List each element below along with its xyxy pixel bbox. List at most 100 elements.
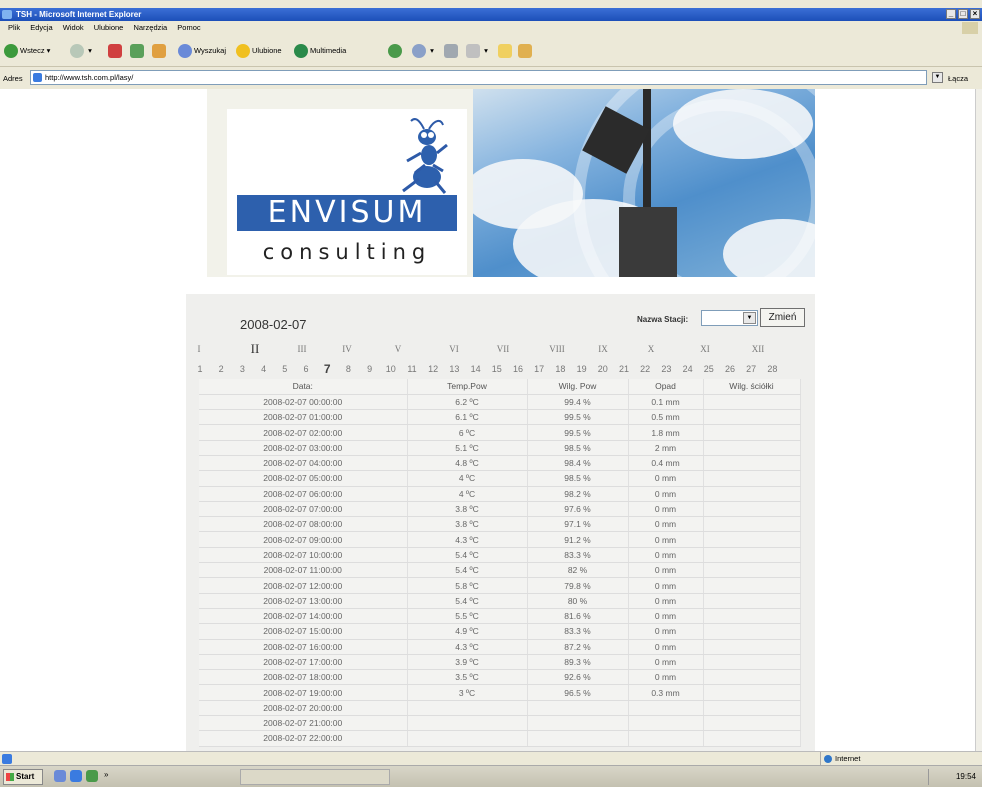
table-cell: 99.5 %: [527, 424, 629, 441]
month-link[interactable]: IX: [598, 344, 608, 354]
day-link[interactable]: 8: [346, 364, 351, 374]
station-select[interactable]: ▼: [701, 310, 758, 326]
forward-button[interactable]: ▾: [70, 43, 92, 59]
title-bar: TSH - Microsoft Internet Explorer _ □ ×: [0, 8, 982, 21]
menu-file[interactable]: Plik: [8, 23, 20, 32]
day-link[interactable]: 12: [428, 364, 438, 374]
day-link[interactable]: 6: [303, 364, 308, 374]
table-cell: 0 mm: [628, 669, 704, 686]
history-button[interactable]: [388, 43, 404, 59]
table-cell: 4 ºC: [407, 470, 528, 487]
day-link[interactable]: 15: [492, 364, 502, 374]
messenger-button[interactable]: [518, 43, 534, 59]
month-link[interactable]: XI: [700, 344, 710, 354]
table-header-row: Data: Temp.Pow Wilg. Pow Opad Wilg. śció…: [199, 379, 801, 395]
month-link[interactable]: VIII: [549, 344, 565, 354]
day-link[interactable]: 17: [534, 364, 544, 374]
month-link[interactable]: I: [198, 344, 201, 354]
menu-tools[interactable]: Narzędzia: [133, 23, 167, 32]
table-cell: 6.2 ºC: [407, 394, 528, 411]
day-link[interactable]: 11: [407, 364, 416, 374]
chevron-down-icon[interactable]: ▼: [743, 312, 756, 324]
day-link[interactable]: 7: [324, 362, 331, 376]
folder-button[interactable]: [498, 43, 514, 59]
day-link[interactable]: 14: [471, 364, 481, 374]
print-button[interactable]: [444, 43, 460, 59]
media-quicklaunch-icon[interactable]: [86, 770, 98, 782]
day-link[interactable]: 25: [704, 364, 714, 374]
month-link[interactable]: X: [648, 344, 655, 354]
vertical-scrollbar[interactable]: [975, 89, 982, 751]
month-link[interactable]: V: [395, 344, 402, 354]
table-row: 2008-02-07 04:00:00 4.8 ºC 98.4 % 0.4 mm: [199, 455, 801, 472]
search-button[interactable]: Wyszukaj: [178, 43, 226, 59]
desktop-icon[interactable]: [54, 770, 66, 782]
table-cell: 2008-02-07 11:00:00: [199, 562, 408, 579]
close-button[interactable]: ×: [970, 9, 980, 19]
table-cell: [703, 669, 801, 686]
table-cell: [703, 623, 801, 640]
minimize-button[interactable]: _: [946, 9, 956, 19]
menu-help[interactable]: Pomoc: [177, 23, 200, 32]
table-cell: 4 ºC: [407, 486, 528, 502]
favorites-button[interactable]: Ulubione: [236, 43, 282, 59]
expand-icon[interactable]: »: [104, 770, 108, 779]
table-cell: [703, 424, 801, 441]
month-link[interactable]: VI: [449, 344, 459, 354]
table-row: 2008-02-07 22:00:00: [199, 730, 801, 747]
taskbar-window-button[interactable]: [240, 769, 390, 785]
day-link[interactable]: 3: [240, 364, 245, 374]
table-cell: 81.6 %: [527, 608, 629, 625]
edit-button[interactable]: ▾: [466, 43, 488, 59]
day-link[interactable]: 9: [367, 364, 372, 374]
day-link[interactable]: 23: [661, 364, 671, 374]
day-link[interactable]: 1: [197, 364, 202, 374]
table-cell: [703, 684, 801, 701]
day-link[interactable]: 16: [513, 364, 523, 374]
table-cell: 2008-02-07 13:00:00: [199, 593, 408, 609]
start-button[interactable]: Start: [3, 769, 43, 785]
month-link[interactable]: IV: [342, 344, 352, 354]
table-cell: 92.6 %: [527, 669, 629, 686]
menu-edit[interactable]: Edycja: [30, 23, 53, 32]
day-link[interactable]: 2: [219, 364, 224, 374]
table-cell: 0.5 mm: [628, 409, 704, 426]
ie-quicklaunch-icon[interactable]: [70, 770, 82, 782]
menu-favorites[interactable]: Ulubione: [94, 23, 124, 32]
table-cell: 2 mm: [628, 440, 704, 456]
menu-bar: Plik Edycja Widok Ulubione Narzędzia Pom…: [0, 21, 982, 35]
menu-view[interactable]: Widok: [63, 23, 84, 32]
day-link[interactable]: 21: [619, 364, 629, 374]
table-cell: 2008-02-07 02:00:00: [199, 424, 408, 441]
month-link[interactable]: III: [298, 344, 307, 354]
stop-button[interactable]: [108, 43, 124, 59]
mail-button[interactable]: ▾: [412, 43, 434, 59]
maximize-button[interactable]: □: [958, 9, 968, 19]
back-button[interactable]: Wstecz ▾: [4, 43, 50, 59]
day-link[interactable]: 4: [261, 364, 266, 374]
day-link[interactable]: 20: [598, 364, 608, 374]
sky-photo: [473, 89, 815, 277]
day-link[interactable]: 22: [640, 364, 650, 374]
day-link[interactable]: 27: [746, 364, 756, 374]
day-link[interactable]: 5: [282, 364, 287, 374]
change-button[interactable]: Zmień: [760, 308, 805, 327]
address-input[interactable]: http://www.tsh.com.pl/lasy/: [30, 70, 927, 85]
day-link[interactable]: 19: [577, 364, 587, 374]
month-link[interactable]: II: [251, 341, 260, 357]
day-link[interactable]: 24: [683, 364, 693, 374]
home-button[interactable]: [152, 43, 168, 59]
month-link[interactable]: XII: [752, 344, 765, 354]
header-litter-moisture: Wilg. ściółki: [703, 379, 801, 395]
links-button[interactable]: Łącza: [948, 74, 968, 83]
day-link[interactable]: 13: [449, 364, 459, 374]
address-dropdown-button[interactable]: ▼: [932, 72, 943, 83]
month-link[interactable]: VII: [497, 344, 510, 354]
refresh-button[interactable]: [130, 43, 146, 59]
header-precipitation: Opad: [628, 379, 704, 395]
media-button[interactable]: Multimedia: [294, 43, 346, 59]
day-link[interactable]: 26: [725, 364, 735, 374]
day-link[interactable]: 10: [386, 364, 396, 374]
day-link[interactable]: 18: [555, 364, 565, 374]
day-link[interactable]: 28: [767, 364, 777, 374]
